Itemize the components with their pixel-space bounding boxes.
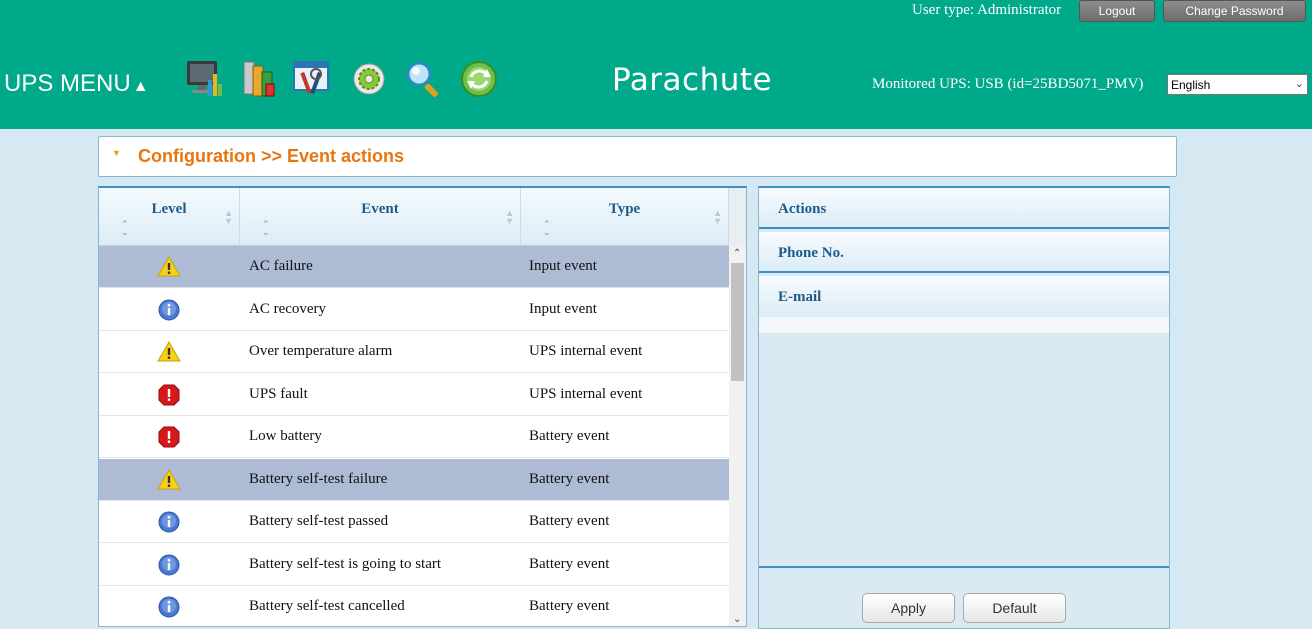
refresh-icon[interactable]: [458, 58, 500, 100]
section-label: Phone No.: [778, 245, 844, 261]
app-header: User type: Administrator Logout Change P…: [0, 0, 1312, 129]
event-type: UPS internal event: [529, 385, 643, 402]
event-name: Battery self-test is going to start: [249, 555, 442, 572]
section-actions[interactable]: Actions: [759, 188, 1169, 229]
table-row[interactable]: Battery self-test passed Battery event: [99, 501, 729, 543]
section-label: Actions: [778, 201, 827, 217]
event-name: Battery self-test failure: [249, 470, 388, 487]
table-row[interactable]: Low battery Battery event: [99, 416, 729, 458]
section-label: E-mail: [778, 289, 822, 305]
section-phone[interactable]: Phone No.: [759, 232, 1169, 273]
event-name: Low battery: [249, 428, 322, 444]
event-type: Battery event: [529, 513, 610, 529]
table-row[interactable]: Battery self-test cancelled Battery event: [99, 586, 729, 626]
table-row[interactable]: Battery self-test failure Battery event: [99, 458, 729, 501]
event-name: Over temperature alarm: [249, 343, 393, 359]
event-type: Battery event: [529, 598, 610, 614]
info-icon: [157, 510, 181, 534]
sort-indicator-icon: ▲ ▼: [505, 208, 514, 226]
event-type: Input event: [529, 300, 597, 317]
header-scroll-pad: [729, 188, 746, 246]
ups-menu-toggle[interactable]: UPS MENU ▲: [4, 70, 149, 98]
event-name: UPS fault: [249, 385, 308, 402]
table-row[interactable]: Over temperature alarm UPS internal event: [99, 331, 729, 373]
logout-button[interactable]: Logout: [1079, 0, 1155, 22]
language-select-value: English: [1171, 77, 1211, 92]
column-label: Type: [608, 201, 641, 217]
event-name: Battery self-test cancelled: [249, 598, 405, 614]
sort-indicator-icon: ▲ ▼: [224, 208, 233, 226]
event-name: Battery self-test passed: [249, 513, 389, 529]
event-table: Level ⌃ ⌄ ▲ ▼ Event ⌃ ⌄ ▲ ▼ Type ⌃ ⌄ ▲ ▼ AC fa…: [98, 186, 747, 627]
event-type: Battery event: [529, 555, 610, 572]
warning-icon: [157, 255, 181, 279]
event-type: Battery event: [529, 428, 610, 444]
event-type: Input event: [529, 258, 597, 274]
sort-icon[interactable]: ⌃ ⌄: [121, 220, 129, 237]
apply-button[interactable]: Apply: [862, 593, 955, 623]
email-section-body: [759, 317, 1169, 333]
monitored-ups-label: Monitored UPS: USB (id=25BD5071_PMV): [872, 76, 1144, 92]
ups-menu-label: UPS MENU: [4, 70, 131, 97]
section-email[interactable]: E-mail: [759, 276, 1169, 317]
table-row[interactable]: UPS fault UPS internal event: [99, 374, 729, 416]
actions-panel: Actions Phone No. E-mail Apply Default: [758, 186, 1170, 629]
user-type-label: User type: Administrator: [912, 2, 1062, 18]
event-name: AC failure: [249, 258, 313, 274]
table-row[interactable]: Battery self-test is going to start Batte…: [99, 544, 729, 586]
error-icon: [157, 425, 181, 449]
collapse-arrow-icon[interactable]: ▼: [112, 148, 121, 158]
column-header-event[interactable]: Event ⌃ ⌄ ▲ ▼: [240, 188, 521, 246]
sort-icon[interactable]: ⌃ ⌄: [262, 220, 270, 237]
info-icon: [157, 595, 181, 619]
settings-gear-icon[interactable]: [348, 58, 390, 100]
table-header: Level ⌃ ⌄ ▲ ▼ Event ⌃ ⌄ ▲ ▼ Type ⌃ ⌄ ▲ ▼: [99, 188, 746, 246]
column-label: Event: [361, 201, 399, 217]
column-header-level[interactable]: Level ⌃ ⌄ ▲ ▼: [99, 188, 240, 246]
event-type: Battery event: [529, 470, 610, 487]
scrollbar-thumb[interactable]: [731, 263, 744, 381]
page-title: Configuration >> Event actions: [138, 146, 405, 166]
sort-indicator-icon: ▲ ▼: [713, 208, 722, 226]
panel-divider: [759, 566, 1169, 568]
menu-caret-icon: ▲: [132, 78, 149, 95]
error-icon: [157, 383, 181, 407]
event-type: UPS internal event: [529, 343, 643, 359]
table-row[interactable]: AC recovery Input event: [99, 289, 729, 331]
warning-icon: [157, 468, 181, 492]
info-icon: [157, 298, 181, 322]
column-header-type[interactable]: Type ⌃ ⌄ ▲ ▼: [521, 188, 729, 246]
scroll-down-icon[interactable]: ⌄: [733, 614, 741, 625]
default-button[interactable]: Default: [963, 593, 1066, 623]
breadcrumb: ▼ Configuration >> Event actions: [98, 136, 1177, 177]
info-icon: [157, 553, 181, 577]
search-magnifier-icon[interactable]: [402, 58, 444, 100]
event-name: AC recovery: [249, 300, 327, 317]
chevron-down-icon: ⌄: [1294, 78, 1304, 90]
configuration-tools-icon[interactable]: [292, 58, 334, 100]
scroll-up-icon[interactable]: ⌃: [733, 248, 741, 259]
language-select[interactable]: English ⌄: [1167, 74, 1308, 95]
warning-icon: [157, 340, 181, 364]
battery-data-icon[interactable]: [238, 58, 280, 100]
table-row[interactable]: AC failure Input event: [99, 246, 729, 288]
vertical-scrollbar[interactable]: ⌃ ⌄: [729, 246, 746, 626]
column-label: Level: [151, 201, 187, 217]
sort-icon[interactable]: ⌃ ⌄: [543, 220, 551, 237]
change-password-button[interactable]: Change Password: [1163, 0, 1306, 22]
status-monitor-icon[interactable]: [184, 58, 226, 100]
brand-logo: Parachute: [612, 62, 773, 98]
